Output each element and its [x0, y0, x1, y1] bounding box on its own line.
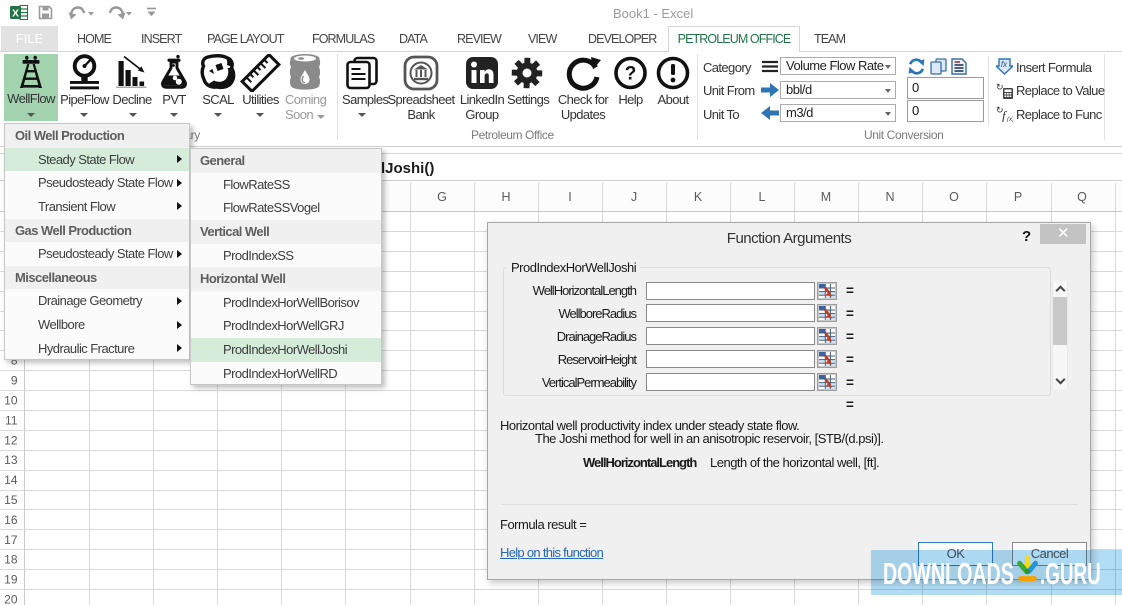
svg-text:18: 18: [4, 553, 18, 567]
svg-text:11: 11: [5, 413, 18, 427]
svg-text:(x): (x): [1007, 117, 1013, 122]
svg-text:I: I: [568, 190, 571, 204]
svg-text:13: 13: [4, 453, 18, 467]
svg-text:10: 10: [4, 394, 18, 408]
svg-text:19: 19: [4, 573, 18, 587]
svg-text:K: K: [694, 190, 703, 204]
svg-text:12: 12: [4, 433, 18, 447]
svg-text:20: 20: [4, 593, 18, 605]
svg-text:P: P: [1014, 190, 1022, 204]
svg-text:X: X: [12, 8, 19, 20]
svg-text:17: 17: [4, 533, 18, 547]
svg-text:fx: fx: [1001, 60, 1008, 69]
svg-text:O: O: [949, 190, 959, 204]
svg-text:J: J: [631, 190, 637, 204]
svg-text:9: 9: [11, 374, 18, 388]
svg-text:?: ?: [625, 64, 637, 85]
svg-text:15: 15: [4, 493, 18, 507]
svg-text:16: 16: [4, 513, 18, 527]
svg-text:N: N: [885, 190, 894, 204]
svg-text:14: 14: [4, 473, 18, 487]
svg-text:M: M: [821, 190, 831, 204]
svg-text:L: L: [759, 190, 766, 204]
svg-text:Q: Q: [1077, 190, 1087, 204]
svg-text:H: H: [501, 190, 510, 204]
svg-text:G: G: [437, 190, 447, 204]
svg-text:↻: ↻: [996, 82, 1004, 92]
